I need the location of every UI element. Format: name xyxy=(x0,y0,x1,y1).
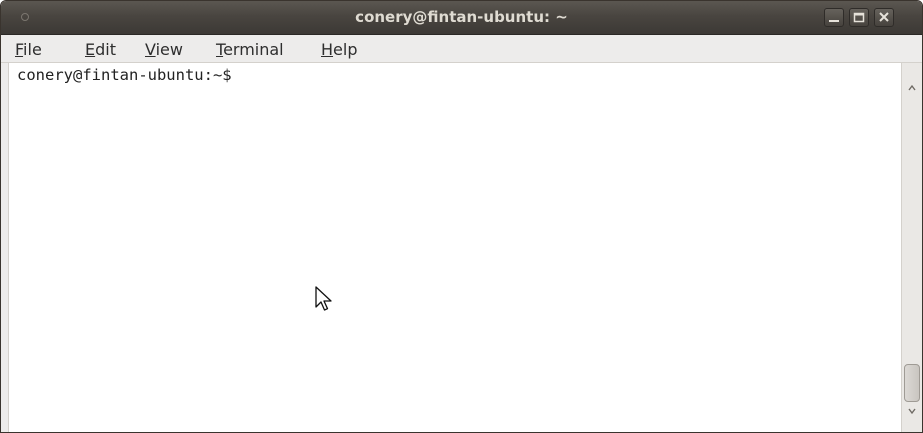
scroll-down-arrow-icon[interactable] xyxy=(907,406,917,416)
title-bar[interactable]: conery@fintan-ubuntu: ~ xyxy=(1,1,922,35)
menu-file-mnemonic: F xyxy=(15,40,24,59)
menu-terminal-label: erminal xyxy=(223,40,284,59)
menu-edit[interactable]: Edit xyxy=(85,40,116,59)
window-title: conery@fintan-ubuntu: ~ xyxy=(355,8,568,26)
menu-edit-label: dit xyxy=(95,40,116,59)
menu-help[interactable]: Help xyxy=(321,40,357,59)
close-button[interactable] xyxy=(874,8,894,27)
maximize-icon xyxy=(853,12,865,23)
mouse-pointer-icon xyxy=(315,286,332,311)
close-icon xyxy=(879,12,889,22)
menu-file-label: ile xyxy=(23,40,42,59)
menu-terminal-mnemonic: T xyxy=(216,40,224,59)
maximize-button[interactable] xyxy=(849,8,869,27)
menu-help-mnemonic: H xyxy=(321,40,334,59)
scroll-up-arrow-icon[interactable] xyxy=(907,83,917,93)
menu-edit-mnemonic: E xyxy=(85,40,96,59)
terminal-window: conery@fintan-ubuntu: ~ File Edit View T… xyxy=(0,0,923,433)
minimize-button[interactable] xyxy=(824,8,844,27)
minimize-icon xyxy=(829,20,839,22)
menu-file[interactable]: File xyxy=(15,40,42,59)
menu-view[interactable]: View xyxy=(145,40,183,59)
menu-view-mnemonic: V xyxy=(145,40,156,59)
terminal-area[interactable]: conery@fintan-ubuntu:~$ xyxy=(8,63,902,432)
vertical-scrollbar[interactable] xyxy=(901,63,922,432)
scrollbar-thumb[interactable] xyxy=(904,364,920,402)
shell-prompt: conery@fintan-ubuntu:~$ xyxy=(17,66,241,84)
menu-help-label: elp xyxy=(333,40,358,59)
menu-terminal[interactable]: Terminal xyxy=(216,40,284,59)
menu-view-label: iew xyxy=(155,40,183,59)
menu-bar: File Edit View Terminal Help xyxy=(1,35,922,63)
